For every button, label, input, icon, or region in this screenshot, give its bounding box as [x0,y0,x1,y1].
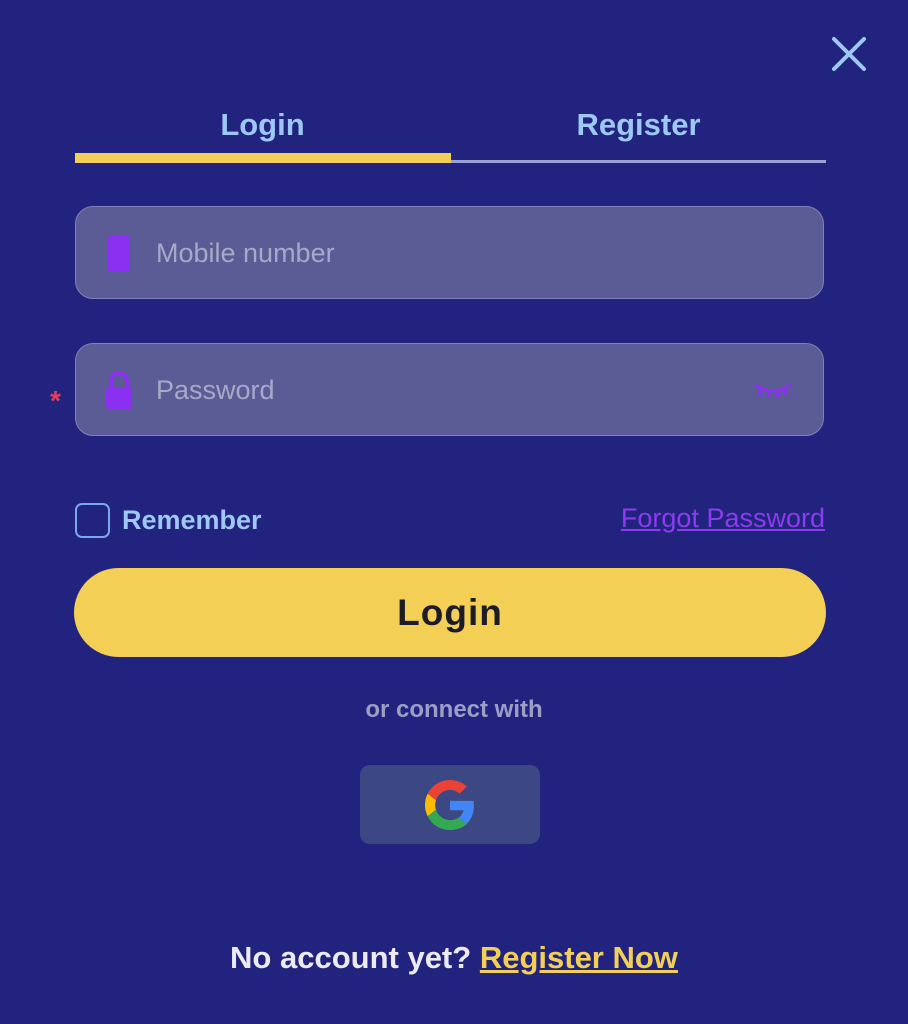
password-field [75,343,824,437]
google-icon [425,780,474,830]
password-visibility-toggle[interactable] [751,380,795,400]
social-divider-text: or connect with [365,696,543,723]
checkbox-box[interactable] [75,502,110,538]
remember-label: Remember [122,504,262,535]
password-input[interactable] [154,344,738,437]
mobile-field [75,206,824,300]
tab-register[interactable]: Register [451,95,826,155]
close-icon [832,37,866,71]
phone-icon [108,236,130,272]
lock-icon [106,371,132,409]
required-marker: * [50,385,61,416]
google-login-button[interactable] [360,765,540,844]
register-prompt: No account yet? Register Now [0,940,908,976]
no-account-text: No account yet? [230,940,472,975]
forgot-password-link[interactable]: Forgot Password [621,503,825,534]
eye-closed-icon [754,383,792,399]
close-button[interactable] [828,33,870,75]
login-submit-button[interactable]: Login [74,568,826,657]
register-now-link[interactable]: Register Now [480,940,678,975]
tab-login[interactable]: Login [75,95,450,155]
mobile-number-input[interactable] [154,207,738,300]
login-modal: Login Register * Remember [0,0,908,1024]
tab-active-indicator [75,153,451,163]
remember-checkbox[interactable]: Remember [75,500,262,540]
